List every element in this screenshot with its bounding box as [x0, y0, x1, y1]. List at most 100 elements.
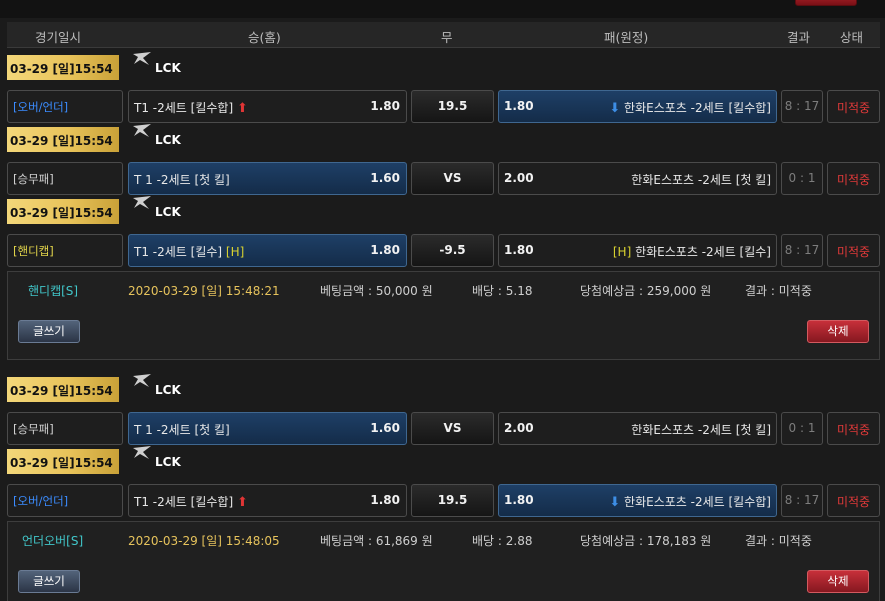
league-row: 03-29 [일]15:54 LCK — [7, 444, 880, 474]
away-team: ⬇ 한화E스포츠 -2세트 [킬수합] — [609, 495, 771, 510]
header-away: 패(원정) — [604, 30, 649, 45]
result-cell: 8 : 17 — [781, 90, 823, 123]
summary-expected: 당첨예상금 : 178,183 원 — [580, 534, 712, 548]
away-pick-cell[interactable]: 1.80 ⬇ 한화E스포츠 -2세트 [킬수합] — [498, 90, 777, 123]
result-cell: 8 : 17 — [781, 234, 823, 267]
lck-logo-icon — [133, 446, 151, 459]
date-badge: 03-29 [일]15:54 — [7, 199, 119, 224]
bet-summary: 언더오버[S] 2020-03-29 [일] 15:48:05 베팅금액 : 6… — [7, 521, 880, 601]
away-pick-cell[interactable]: 2.00 한화E스포츠 -2세트 [첫 킬] — [498, 162, 777, 195]
summary-datetime: 2020-03-29 [일] 15:48:21 — [128, 284, 280, 298]
write-button[interactable]: 글쓰기 — [18, 570, 80, 593]
write-button[interactable]: 글쓰기 — [18, 320, 80, 343]
home-odd: 1.80 — [370, 493, 400, 507]
summary-result: 결과 : 미적중 — [745, 534, 812, 548]
draw-cell[interactable]: VS — [411, 412, 494, 445]
state-cell: 미적중 — [827, 162, 880, 195]
arrow-up-icon: ⬆ — [236, 101, 248, 116]
home-pick-cell[interactable]: T 1 -2세트 [첫 킬] 1.60 — [128, 412, 407, 445]
summary-datetime: 2020-03-29 [일] 15:48:05 — [128, 534, 280, 548]
home-team: T 1 -2세트 [첫 킬] — [134, 173, 230, 187]
draw-cell[interactable]: 19.5 — [411, 484, 494, 517]
date-badge: 03-29 [일]15:54 — [7, 55, 119, 80]
away-team: 한화E스포츠 -2세트 [첫 킬] — [631, 423, 771, 437]
bet-type-cell: [오버/언더] — [7, 90, 123, 123]
bet-type-cell: [핸디캡] — [7, 234, 123, 267]
bet-type-cell: [승무패] — [7, 162, 123, 195]
arrow-up-icon: ⬆ — [236, 495, 248, 510]
bet-row: [오버/언더] T1 -2세트 [킬수합] ⬆ 1.80 19.5 1.80 ⬇… — [7, 90, 880, 123]
delete-button[interactable]: 삭제 — [807, 570, 869, 593]
date-badge: 03-29 [일]15:54 — [7, 449, 119, 474]
away-pick-cell[interactable]: 1.80 ⬇ 한화E스포츠 -2세트 [킬수합] — [498, 484, 777, 517]
state-cell: 미적중 — [827, 484, 880, 517]
league-row: 03-29 [일]15:54 LCK — [7, 50, 880, 80]
league-row: 03-29 [일]15:54 LCK — [7, 372, 880, 402]
draw-cell[interactable]: 19.5 — [411, 90, 494, 123]
home-pick-cell[interactable]: T1 -2세트 [킬수합] ⬆ 1.80 — [128, 484, 407, 517]
summary-odds: 배당 : 2.88 — [472, 534, 533, 548]
draw-cell[interactable]: VS — [411, 162, 494, 195]
away-team: ⬇ 한화E스포츠 -2세트 [킬수합] — [609, 101, 771, 116]
home-team: T1 -2세트 [킬수합] ⬆ — [134, 495, 248, 510]
summary-line: 핸디캡[S] 2020-03-29 [일] 15:48:21 베팅금액 : 50… — [8, 282, 879, 300]
delete-button[interactable]: 삭제 — [807, 320, 869, 343]
header-result: 결과 — [787, 30, 811, 45]
league-row: 03-29 [일]15:54 LCK — [7, 122, 880, 152]
home-odd: 1.80 — [370, 99, 400, 113]
lck-logo-icon — [133, 196, 151, 209]
home-team: T1 -2세트 [킬수합] ⬆ — [134, 101, 248, 116]
bet-row: [오버/언더] T1 -2세트 [킬수합] ⬆ 1.80 19.5 1.80 ⬇… — [7, 484, 880, 517]
bet-summary: 핸디캡[S] 2020-03-29 [일] 15:48:21 베팅금액 : 50… — [7, 271, 880, 360]
bet-type-cell: [오버/언더] — [7, 484, 123, 517]
home-odd: 1.60 — [370, 421, 400, 435]
home-odd: 1.60 — [370, 171, 400, 185]
summary-type: 핸디캡[S] — [28, 284, 79, 298]
summary-result: 결과 : 미적중 — [745, 284, 812, 298]
summary-amount: 베팅금액 : 61,869 원 — [320, 534, 433, 548]
summary-expected: 당첨예상금 : 259,000 원 — [580, 284, 712, 298]
home-pick-cell[interactable]: T 1 -2세트 [첫 킬] 1.60 — [128, 162, 407, 195]
league-row: 03-29 [일]15:54 LCK — [7, 194, 880, 224]
lck-logo-icon — [133, 52, 151, 65]
lck-logo-icon — [133, 374, 151, 387]
bet-row: [승무패] T 1 -2세트 [첫 킬] 1.60 VS 2.00 한화E스포츠… — [7, 412, 880, 445]
header-draw: 무 — [441, 30, 453, 45]
result-cell: 0 : 1 — [781, 162, 823, 195]
away-odd: 2.00 — [504, 421, 534, 435]
away-odd: 1.80 — [504, 493, 534, 507]
state-cell: 미적중 — [827, 90, 880, 123]
header-date: 경기일시 — [35, 30, 82, 45]
away-odd: 2.00 — [504, 171, 534, 185]
away-odd: 1.80 — [504, 99, 534, 113]
table-header: 경기일시 승(홈) 무 패(원정) 결과 상태 — [7, 22, 880, 48]
draw-cell[interactable]: -9.5 — [411, 234, 494, 267]
date-badge: 03-29 [일]15:54 — [7, 127, 119, 152]
home-team: T 1 -2세트 [첫 킬] — [134, 423, 230, 437]
home-pick-cell[interactable]: T1 -2세트 [킬수합] ⬆ 1.80 — [128, 90, 407, 123]
result-cell: 8 : 17 — [781, 484, 823, 517]
state-cell: 미적중 — [827, 412, 880, 445]
summary-odds: 배당 : 5.18 — [472, 284, 533, 298]
arrow-down-icon: ⬇ — [609, 495, 621, 510]
home-pick-cell[interactable]: T1 -2세트 [킬수] [H] 1.80 — [128, 234, 407, 267]
state-cell: 미적중 — [827, 234, 880, 267]
bet-row: [승무패] T 1 -2세트 [첫 킬] 1.60 VS 2.00 한화E스포츠… — [7, 162, 880, 195]
away-pick-cell[interactable]: 2.00 한화E스포츠 -2세트 [첫 킬] — [498, 412, 777, 445]
arrow-down-icon: ⬇ — [609, 101, 621, 116]
summary-amount: 베팅금액 : 50,000 원 — [320, 284, 433, 298]
away-team: 한화E스포츠 -2세트 [첫 킬] — [631, 173, 771, 187]
top-red-button[interactable] — [795, 0, 857, 6]
header-state: 상태 — [840, 30, 864, 45]
bet-row: [핸디캡] T1 -2세트 [킬수] [H] 1.80 -9.5 1.80 [H… — [7, 234, 880, 267]
away-team: [H] 한화E스포츠 -2세트 [킬수] — [612, 245, 771, 259]
top-strip — [0, 0, 885, 18]
bet-type-cell: [승무패] — [7, 412, 123, 445]
summary-type: 언더오버[S] — [22, 534, 84, 548]
away-odd: 1.80 — [504, 243, 534, 257]
away-pick-cell[interactable]: 1.80 [H] 한화E스포츠 -2세트 [킬수] — [498, 234, 777, 267]
date-badge: 03-29 [일]15:54 — [7, 377, 119, 402]
summary-line: 언더오버[S] 2020-03-29 [일] 15:48:05 베팅금액 : 6… — [8, 532, 879, 550]
result-cell: 0 : 1 — [781, 412, 823, 445]
lck-logo-icon — [133, 124, 151, 137]
